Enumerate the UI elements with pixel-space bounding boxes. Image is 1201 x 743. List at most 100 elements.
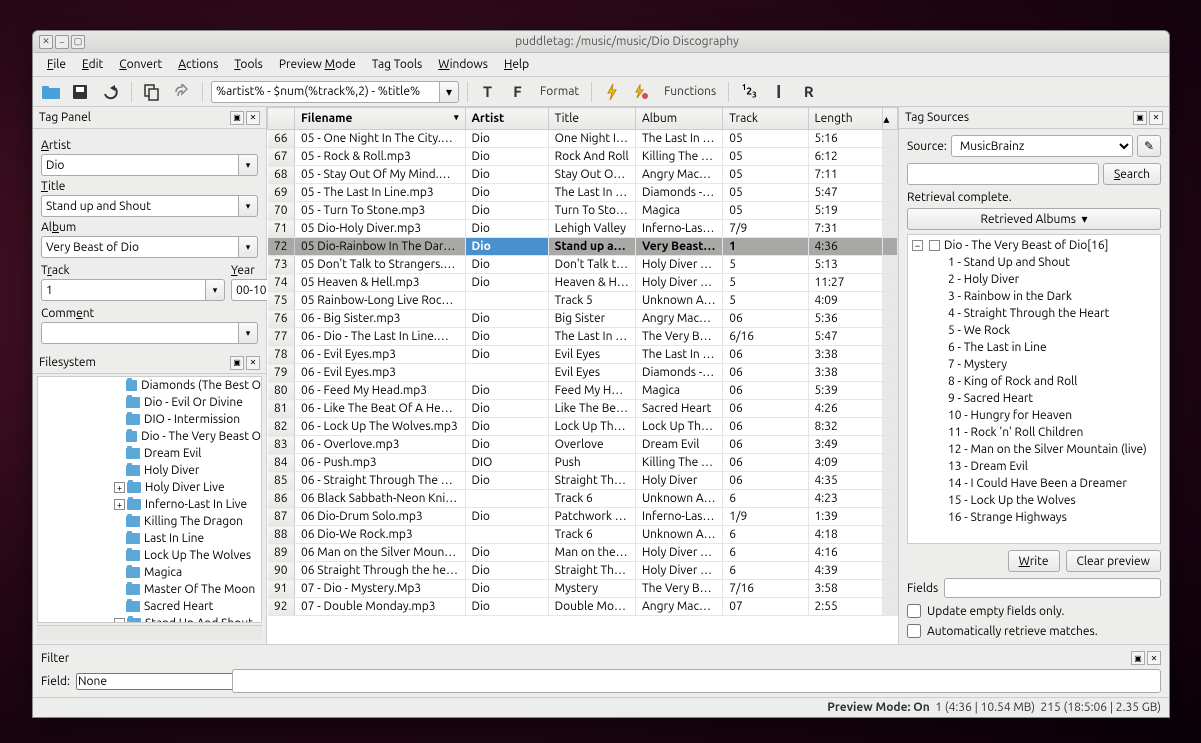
paste-icon[interactable] <box>170 81 194 103</box>
menu-edit[interactable]: Edit <box>74 55 111 74</box>
table-row[interactable]: 6805 - Stay Out Of My Mind.mp3DioStay Ou… <box>268 166 898 184</box>
window-close-button[interactable]: ✕ <box>39 35 53 49</box>
comment-input[interactable] <box>41 322 238 344</box>
menu-preview-mode[interactable]: Preview Mode <box>271 55 364 74</box>
table-row[interactable]: 8406 - Push.mp3DIOPushKilling The Dr…064… <box>268 454 898 472</box>
table-row[interactable]: 7005 - Turn To Stone.mp3DioTurn To Stone… <box>268 202 898 220</box>
table-row[interactable]: 8106 - Like The Beat Of A Heart.…DioLike… <box>268 400 898 418</box>
fs-folder-item[interactable]: Killing The Dragon <box>38 513 261 530</box>
table-row[interactable]: 8706 Dio-Drum Solo.mp3DioPatchwork Quilt… <box>268 508 898 526</box>
fs-scrollbar[interactable] <box>37 625 262 640</box>
undo-icon[interactable] <box>99 81 123 103</box>
album-input[interactable] <box>41 236 238 258</box>
fs-folder-item[interactable]: Last In Line <box>38 530 261 547</box>
track-input[interactable] <box>41 279 205 301</box>
menu-file[interactable]: File <box>39 55 74 74</box>
fs-folder-item[interactable]: Lock Up The Wolves <box>38 547 261 564</box>
artist-dd[interactable]: ▾ <box>238 154 258 176</box>
retrieved-albums-button[interactable]: Retrieved Albums ▾ <box>907 208 1161 230</box>
tag-panel-float-icon[interactable]: ▣ <box>230 111 244 125</box>
fields-input[interactable] <box>944 578 1161 598</box>
retrieved-albums-tree[interactable]: −Dio - The Very Beast of Dio[16] 1 - Sta… <box>907 234 1161 544</box>
menu-actions[interactable]: Actions <box>170 55 226 74</box>
title-input[interactable] <box>41 195 238 217</box>
configure-source-button[interactable]: ✎ <box>1137 135 1161 157</box>
pattern-dropdown[interactable]: ▾ <box>439 81 459 103</box>
album-track-item[interactable]: 16 - Strange Highways <box>912 509 1156 526</box>
album-track-item[interactable]: 15 - Lock Up the Wolves <box>912 492 1156 509</box>
col-title[interactable]: Title <box>548 108 635 130</box>
fs-folder-item[interactable]: Dream Evil <box>38 445 261 462</box>
table-row[interactable]: 7706 - Dio - The Last In Line.Mp3DioThe … <box>268 328 898 346</box>
actions-bolt-icon[interactable] <box>600 81 624 103</box>
fs-folder-item[interactable]: DIO - Intermission <box>38 411 261 428</box>
album-track-item[interactable]: 12 - Man on the Silver Mountain (live) <box>912 441 1156 458</box>
table-row[interactable]: 9107 - Dio - Mystery.Mp3DioMysteryThe Ve… <box>268 580 898 598</box>
title-dd[interactable]: ▾ <box>238 195 258 217</box>
table-row[interactable]: 8606 Black Sabbath-Neon Knights…Track 6U… <box>268 490 898 508</box>
open-folder-icon[interactable] <box>39 81 63 103</box>
table-row[interactable]: 8806 Dio-We Rock.mp3Track 6Unknown Albu…… <box>268 526 898 544</box>
filter-close-icon[interactable]: ✕ <box>1147 651 1161 665</box>
auto-retrieve-checkbox[interactable]: Automatically retrieve matches. <box>907 624 1161 638</box>
autonumbering-icon[interactable]: 123 <box>737 81 761 103</box>
search-input[interactable] <box>907 163 1099 185</box>
window-minimize-button[interactable]: – <box>55 35 69 49</box>
menu-tools[interactable]: Tools <box>226 55 271 74</box>
table-row[interactable]: 8006 - Feed My Head.mp3DioFeed My HeadMa… <box>268 382 898 400</box>
search-button[interactable]: Search <box>1103 163 1161 185</box>
col-artist[interactable]: Artist <box>465 108 548 130</box>
filter-text-input[interactable] <box>232 669 1161 693</box>
album-track-item[interactable]: 6 - The Last in Line <box>912 339 1156 356</box>
tag-to-file-icon[interactable]: T <box>476 81 500 103</box>
pattern-combo[interactable]: ▾ <box>211 81 459 103</box>
fs-folder-item[interactable]: Sacred Heart <box>38 598 261 615</box>
fs-folder-item[interactable]: +Inferno-Last In Live <box>38 496 261 513</box>
table-row[interactable]: 6705 - Rock & Roll.mp3DioRock And RollKi… <box>268 148 898 166</box>
fs-folder-item[interactable]: +Stand Up And Shout <box>38 615 261 623</box>
album-track-item[interactable]: 13 - Dream Evil <box>912 458 1156 475</box>
file-to-tag-icon[interactable]: F <box>506 81 530 103</box>
fs-folder-item[interactable]: Master Of The Moon <box>38 581 261 598</box>
clear-preview-button[interactable]: Clear preview <box>1066 550 1161 572</box>
album-track-item[interactable]: 14 - I Could Have Been a Dreamer <box>912 475 1156 492</box>
table-row[interactable]: 8506 - Straight Through The Hear…DioStra… <box>268 472 898 490</box>
table-row[interactable]: 7205 Dio-Rainbow In The Dark.mp3DioStand… <box>268 238 898 256</box>
table-row[interactable]: 7806 - Evil Eyes.mp3DioEvil EyesThe Last… <box>268 346 898 364</box>
ts-float-icon[interactable]: ▣ <box>1133 111 1147 125</box>
menu-tag-tools[interactable]: Tag Tools <box>364 55 431 74</box>
menu-help[interactable]: Help <box>496 55 537 74</box>
album-track-item[interactable]: 1 - Stand Up and Shout <box>912 254 1156 271</box>
filter-field-select[interactable] <box>76 673 235 690</box>
fs-folder-item[interactable]: Holy Diver <box>38 462 261 479</box>
menu-windows[interactable]: Windows <box>430 55 496 74</box>
tag-panel-close-icon[interactable]: ✕ <box>246 111 260 125</box>
table-row[interactable]: 7606 - Big Sister.mp3DioBig SisterAngry … <box>268 310 898 328</box>
menu-convert[interactable]: Convert <box>111 55 170 74</box>
fs-folder-item[interactable]: Dio - The Very Beast O <box>38 428 261 445</box>
file-grid[interactable]: Filename▾ Artist Title Album Track Lengt… <box>267 107 898 644</box>
fs-folder-item[interactable]: +Holy Diver Live <box>38 479 261 496</box>
artist-input[interactable] <box>41 154 238 176</box>
filter-float-icon[interactable]: ▣ <box>1131 651 1145 665</box>
table-row[interactable]: 7305 Don't Talk to Strangers.mp3DioDon't… <box>268 256 898 274</box>
table-row[interactable]: 7105 Dio-Holy Diver.mp3DioLehigh ValleyI… <box>268 220 898 238</box>
album-track-item[interactable]: 11 - Rock 'n' Roll Children <box>912 424 1156 441</box>
table-row[interactable]: 7505 Rainbow-Long Live Rock An…Track 5Un… <box>268 292 898 310</box>
album-dd[interactable]: ▾ <box>238 236 258 258</box>
fs-float-icon[interactable]: ▣ <box>230 356 244 370</box>
album-track-item[interactable]: 9 - Sacred Heart <box>912 390 1156 407</box>
table-row[interactable]: 8306 - Overlove.mp3DioOverloveDream Evil… <box>268 436 898 454</box>
album-track-item[interactable]: 7 - Mystery <box>912 356 1156 373</box>
table-row[interactable]: 9207 - Double Monday.mp3DioDouble Monday… <box>268 598 898 616</box>
filesystem-tree[interactable]: Diamonds (The Best ODio - Evil Or Divine… <box>37 376 262 623</box>
table-row[interactable]: 8906 Man on the Silver Mountain…DioMan o… <box>268 544 898 562</box>
ts-close-icon[interactable]: ✕ <box>1149 111 1163 125</box>
table-row[interactable]: 7405 Heaven & Hell.mp3DioHeaven & HellHo… <box>268 274 898 292</box>
album-track-item[interactable]: 2 - Holy Diver <box>912 271 1156 288</box>
col-length[interactable]: Length <box>808 108 883 130</box>
save-icon[interactable] <box>69 81 93 103</box>
table-row[interactable]: 9006 Straight Through the heart…DioStrai… <box>268 562 898 580</box>
fs-folder-item[interactable]: Diamonds (The Best O <box>38 377 261 394</box>
pattern-input[interactable] <box>211 81 439 103</box>
